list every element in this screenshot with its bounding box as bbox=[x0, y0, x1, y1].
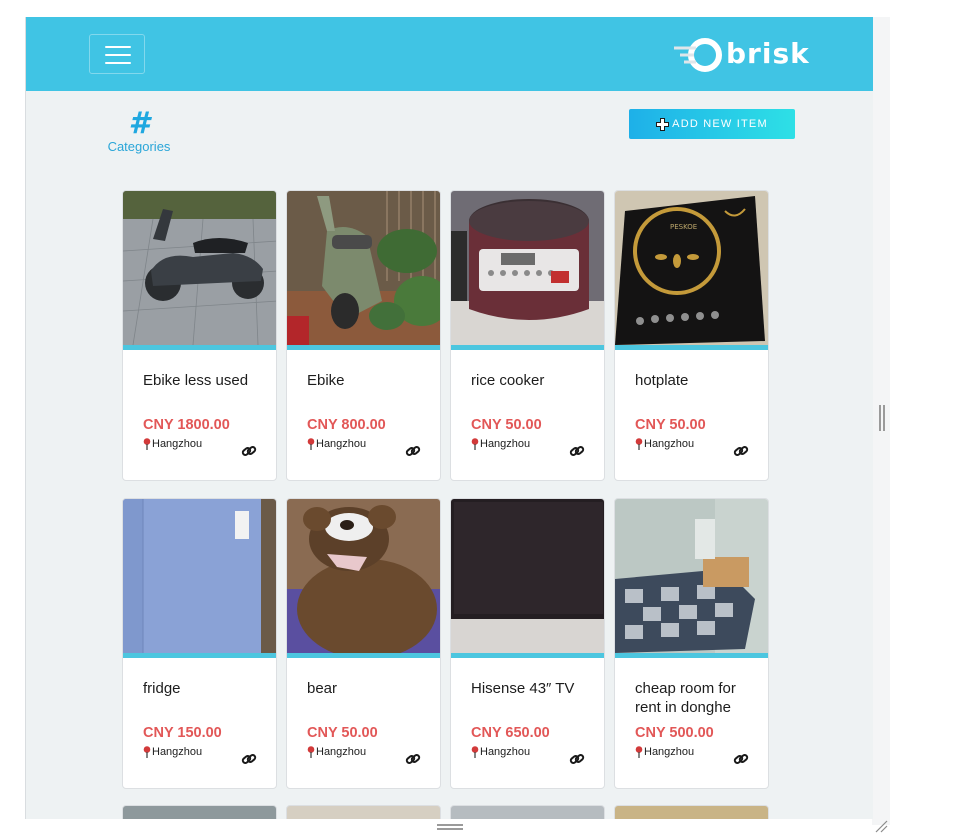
listing-city: Hangzhou bbox=[152, 438, 203, 450]
listing-card[interactable]: Hisense 43″ TV CNY 650.00 Hangzhou bbox=[450, 498, 605, 789]
card-accent-bar bbox=[123, 345, 276, 350]
link-icon[interactable] bbox=[569, 443, 585, 459]
listing-city: Hangzhou bbox=[480, 746, 531, 758]
svg-text:PESKOE: PESKOE bbox=[670, 223, 697, 231]
hotplate-photo: PESKOE bbox=[615, 191, 768, 345]
rice-cooker-photo bbox=[451, 191, 604, 345]
map-pin-icon bbox=[635, 746, 643, 758]
corner-resize-icon[interactable] bbox=[874, 819, 888, 833]
listing-city: Hangzhou bbox=[152, 746, 203, 758]
link-icon[interactable] bbox=[405, 443, 421, 459]
listing-card[interactable]: Ebike less used CNY 1800.00 Hangzhou bbox=[122, 190, 277, 481]
map-pin-icon bbox=[471, 746, 479, 758]
listing-city: Hangzhou bbox=[644, 438, 695, 450]
categories-button[interactable]: # Categories bbox=[104, 106, 174, 155]
listing-card-partial[interactable] bbox=[614, 805, 769, 819]
listing-location: Hangzhou bbox=[635, 746, 694, 758]
listing-card[interactable]: PESKOE hotplate CNY 50.00 Hangzhou bbox=[614, 190, 769, 481]
green-scooter-photo bbox=[287, 191, 440, 345]
tv-photo bbox=[451, 499, 604, 653]
map-pin-icon bbox=[635, 438, 643, 450]
map-pin-icon bbox=[307, 438, 315, 450]
listing-title: Hisense 43″ TV bbox=[471, 680, 575, 697]
link-icon[interactable] bbox=[241, 443, 257, 459]
listing-location: Hangzhou bbox=[307, 438, 366, 450]
add-new-item-label: ADD NEW ITEM bbox=[672, 118, 768, 130]
listing-city: Hangzhou bbox=[316, 746, 367, 758]
categories-label: Categories bbox=[107, 139, 171, 154]
listing-location: Hangzhou bbox=[471, 746, 530, 758]
listing-title: rice cooker bbox=[471, 372, 545, 389]
top-navbar: brisk bbox=[26, 17, 873, 91]
listing-card-partial[interactable] bbox=[450, 805, 605, 819]
listing-card[interactable]: bear CNY 50.00 Hangzhou bbox=[286, 498, 441, 789]
listing-price: CNY 1800.00 bbox=[143, 417, 230, 433]
hashtag-icon: # bbox=[128, 106, 150, 141]
listing-card[interactable]: cheap room for rent in donghe CNY 500.00… bbox=[614, 498, 769, 789]
listing-location: Hangzhou bbox=[143, 746, 202, 758]
listing-card[interactable]: fridge CNY 150.00 Hangzhou bbox=[122, 498, 277, 789]
card-accent-bar bbox=[615, 345, 768, 350]
listing-location: Hangzhou bbox=[635, 438, 694, 450]
map-pin-icon bbox=[471, 438, 479, 450]
listing-price: CNY 50.00 bbox=[635, 417, 706, 433]
fridge-photo bbox=[123, 499, 276, 653]
card-accent-bar bbox=[287, 653, 440, 658]
listing-location: Hangzhou bbox=[143, 438, 202, 450]
listing-title: hotplate bbox=[635, 372, 689, 389]
logo-mark-icon bbox=[674, 38, 722, 72]
listing-city: Hangzhou bbox=[480, 438, 531, 450]
card-accent-bar bbox=[615, 653, 768, 658]
map-pin-icon bbox=[143, 746, 151, 758]
map-pin-icon bbox=[307, 746, 315, 758]
card-accent-bar bbox=[451, 345, 604, 350]
listing-title: cheap room for rent in donghe bbox=[635, 680, 736, 716]
listing-card[interactable]: Ebike CNY 800.00 Hangzhou bbox=[286, 190, 441, 481]
listing-title: bear bbox=[307, 680, 338, 697]
hamburger-icon bbox=[105, 62, 131, 64]
brand-logo[interactable]: brisk bbox=[672, 35, 809, 75]
listing-title: fridge bbox=[143, 680, 181, 697]
listing-location: Hangzhou bbox=[471, 438, 530, 450]
scooter-photo bbox=[123, 191, 276, 345]
listing-price: CNY 800.00 bbox=[307, 417, 386, 433]
hamburger-icon bbox=[105, 54, 131, 56]
card-accent-bar bbox=[287, 345, 440, 350]
plus-icon bbox=[656, 117, 670, 131]
logo-text: brisk bbox=[726, 37, 810, 70]
map-pin-icon bbox=[143, 438, 151, 450]
link-icon[interactable] bbox=[241, 751, 257, 767]
listing-card-partial[interactable] bbox=[122, 805, 277, 819]
link-icon[interactable] bbox=[405, 751, 421, 767]
menu-button[interactable] bbox=[89, 34, 145, 74]
listing-price: CNY 150.00 bbox=[143, 725, 222, 741]
listing-city: Hangzhou bbox=[644, 746, 695, 758]
listing-title: Ebike bbox=[307, 372, 345, 389]
link-icon[interactable] bbox=[733, 751, 749, 767]
card-accent-bar bbox=[123, 653, 276, 658]
listing-card-partial[interactable] bbox=[286, 805, 441, 819]
hamburger-icon bbox=[105, 46, 131, 48]
card-accent-bar bbox=[451, 653, 604, 658]
link-icon[interactable] bbox=[569, 751, 585, 767]
listing-price: CNY 500.00 bbox=[635, 725, 714, 741]
add-new-item-button[interactable]: ADD NEW ITEM bbox=[629, 109, 795, 139]
app-page: brisk # Categories ADD NEW ITEM Ebike le… bbox=[25, 17, 873, 819]
listing-city: Hangzhou bbox=[316, 438, 367, 450]
pane-resize-handle[interactable] bbox=[879, 405, 885, 431]
listing-location: Hangzhou bbox=[307, 746, 366, 758]
link-icon[interactable] bbox=[733, 443, 749, 459]
browser-viewport: brisk # Categories ADD NEW ITEM Ebike le… bbox=[0, 0, 956, 835]
room-photo bbox=[615, 499, 768, 653]
listing-price: CNY 650.00 bbox=[471, 725, 550, 741]
listing-price: CNY 50.00 bbox=[307, 725, 378, 741]
listing-card[interactable]: rice cooker CNY 50.00 Hangzhou bbox=[450, 190, 605, 481]
listing-title: Ebike less used bbox=[143, 372, 249, 389]
teddy-bear-photo bbox=[287, 499, 440, 653]
bottom-resize-handle[interactable] bbox=[437, 824, 463, 830]
listing-price: CNY 50.00 bbox=[471, 417, 542, 433]
